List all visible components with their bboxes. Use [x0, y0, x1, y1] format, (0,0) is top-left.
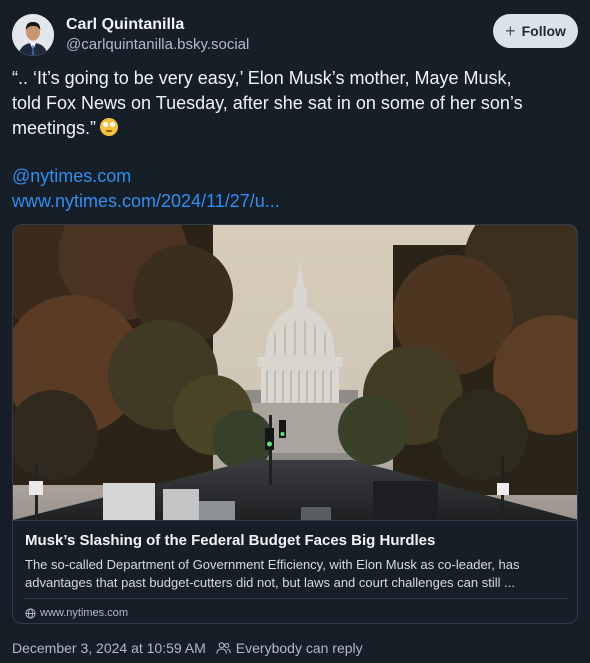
reply-setting: Everybody can reply	[235, 640, 363, 656]
link-card-source: www.nytimes.com	[25, 607, 567, 619]
post-text-line: told Fox News on Tuesday, after she sat …	[12, 93, 523, 113]
author-handle[interactable]: @carlquintanilla.bsky.social	[66, 35, 249, 55]
link-card-source-domain: www.nytimes.com	[40, 607, 129, 619]
rolling-eyes-emoji-icon	[100, 118, 119, 136]
post-text: “.. ‘It’s going to be very easy,’ Elon M…	[12, 66, 578, 141]
link-card-description-line: advantages that past budget-cutters did …	[25, 575, 515, 590]
post-header: Carl Quintanilla @carlquintanilla.bsky.s…	[12, 14, 578, 58]
link-card-description-line: The so-called Department of Government E…	[25, 557, 520, 572]
follow-button[interactable]: + Follow	[493, 14, 578, 48]
globe-icon	[25, 607, 36, 619]
link-card-divider	[25, 598, 567, 599]
capitol-dome-photo	[13, 225, 577, 520]
link-card-body: Musk’s Slashing of the Federal Budget Fa…	[13, 520, 577, 623]
people-icon	[216, 641, 231, 655]
link-card-description: The so-called Department of Government E…	[25, 556, 567, 592]
link-card-title: Musk’s Slashing of the Federal Budget Fa…	[25, 532, 436, 549]
post-footer: December 3, 2024 at 10:59 AM Everybody c…	[12, 640, 363, 656]
mention-link[interactable]: @nytimes.com	[12, 164, 280, 189]
author-names: Carl Quintanilla @carlquintanilla.bsky.s…	[66, 15, 249, 55]
author-display-name[interactable]: Carl Quintanilla	[66, 15, 249, 35]
post-links: @nytimes.com www.nytimes.com/2024/11/27/…	[12, 164, 280, 214]
article-url-link[interactable]: www.nytimes.com/2024/11/27/u...	[12, 189, 280, 214]
post-text-line: “.. ‘It’s going to be very easy,’ Elon M…	[12, 68, 512, 88]
post-timestamp[interactable]: December 3, 2024 at 10:59 AM	[12, 640, 206, 656]
follow-button-label: Follow	[521, 23, 566, 39]
avatar[interactable]	[12, 14, 54, 56]
link-preview-card[interactable]: Musk’s Slashing of the Federal Budget Fa…	[12, 224, 578, 624]
post-text-line: meetings.”	[12, 116, 578, 141]
avatar-photo	[12, 14, 54, 56]
post-text-line-end: meetings.”	[12, 118, 97, 138]
plus-icon: +	[505, 21, 516, 41]
